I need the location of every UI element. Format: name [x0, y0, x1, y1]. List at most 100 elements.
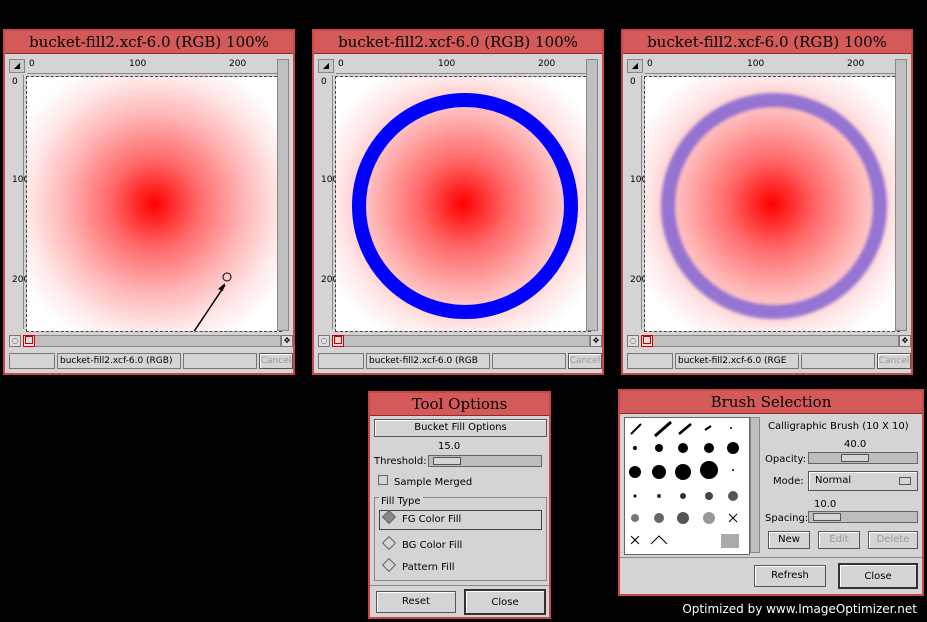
- opacity-label: Opacity:: [765, 454, 807, 465]
- navigate-icon[interactable]: ✥: [281, 335, 293, 347]
- vertical-scrollbar[interactable]: [277, 59, 289, 331]
- opacity-slider[interactable]: [808, 452, 918, 464]
- image-window-1: bucket-fill2.xcf-6.0 (RGB) 100% ◢ 0 100 …: [3, 29, 295, 375]
- ruler-tick: 100: [747, 59, 765, 69]
- brush-thumb: [629, 466, 641, 478]
- image-canvas[interactable]: [26, 76, 282, 332]
- brush-name: Calligraphic Brush (10 X 10): [768, 421, 909, 432]
- status-filename: bucket-fill2.xcf-6.0 (RGB: [366, 353, 490, 369]
- brush-thumb: [650, 535, 668, 545]
- vertical-ruler: 0 100 200: [627, 75, 647, 329]
- horizontal-scrollbar[interactable]: [27, 335, 281, 347]
- horizontal-ruler: 0 100 200: [27, 59, 281, 74]
- progress-field: [183, 353, 257, 369]
- brush-thumb: [633, 494, 637, 498]
- brush-grid-svg: [629, 420, 739, 548]
- image-canvas[interactable]: [335, 76, 591, 332]
- threshold-slider[interactable]: [428, 455, 542, 467]
- quickmask-on-icon[interactable]: [641, 335, 653, 347]
- brush-thumb: [654, 513, 664, 523]
- quickmask-off-icon[interactable]: ◌: [318, 335, 330, 347]
- window-title[interactable]: bucket-fill2.xcf-6.0 (RGB) 100%: [314, 31, 602, 54]
- window-title[interactable]: bucket-fill2.xcf-6.0 (RGB) 100%: [623, 31, 911, 54]
- brush-thumb: [703, 512, 715, 524]
- quickmask-on-icon[interactable]: [332, 335, 344, 347]
- quickmask-off-icon[interactable]: ◌: [627, 335, 639, 347]
- reset-button[interactable]: Reset: [376, 591, 456, 613]
- brush-thumb: [704, 443, 714, 453]
- horizontal-scrollbar[interactable]: [645, 335, 899, 347]
- vertical-scrollbar[interactable]: [895, 59, 907, 331]
- image-window-2: bucket-fill2.xcf-6.0 (RGB) 100% ◢ 0 100 …: [312, 29, 604, 375]
- delete-button[interactable]: Delete: [868, 531, 918, 549]
- ruler-corner[interactable]: ◢: [627, 59, 643, 73]
- window-title[interactable]: Tool Options: [370, 393, 549, 416]
- navigate-icon[interactable]: ✥: [590, 335, 602, 347]
- vertical-ruler: 0 100 200: [9, 75, 29, 329]
- brush-thumb: [652, 465, 666, 479]
- bg-color-fill-option[interactable]: BG Color Fill: [381, 535, 463, 551]
- horizontal-scrollbar[interactable]: [336, 335, 590, 347]
- ruler-tick: 100: [438, 59, 456, 69]
- fill-type-label: Fill Type: [379, 496, 423, 507]
- brush-thumb: [680, 493, 686, 499]
- sample-merged-label: Sample Merged: [394, 477, 473, 488]
- cancel-button[interactable]: Cancel: [877, 353, 911, 369]
- image-window-3: bucket-fill2.xcf-6.0 (RGB) 100% ◢ 0 100 …: [621, 29, 913, 375]
- close-button[interactable]: Close: [464, 589, 546, 615]
- opacity-value: 40.0: [844, 439, 867, 450]
- pattern-fill-option[interactable]: Pattern Fill: [381, 557, 455, 573]
- refresh-button[interactable]: Refresh: [754, 565, 826, 587]
- ruler-tick: 0: [12, 77, 18, 87]
- spacing-value: 10.0: [814, 499, 837, 510]
- brush-thumb: [657, 494, 661, 498]
- quickmask-off-icon[interactable]: ◌: [9, 335, 21, 347]
- navigate-icon[interactable]: ✥: [899, 335, 911, 347]
- watermark-credit: Optimized by www.ImageOptimizer.net: [682, 602, 917, 616]
- brush-thumb: [721, 534, 739, 548]
- brush-thumb: [730, 427, 732, 429]
- horizontal-ruler: 0 100 200: [645, 59, 899, 74]
- brush-grid-scrollbar[interactable]: [750, 417, 760, 553]
- fg-color-fill-option[interactable]: FG Color Fill: [379, 509, 542, 530]
- ruler-tick: 200: [229, 59, 247, 69]
- radio-icon: [381, 535, 397, 551]
- brush-thumb: [654, 420, 672, 438]
- horizontal-ruler: 0 100 200: [336, 59, 590, 74]
- new-button[interactable]: New: [768, 531, 810, 549]
- brush-thumb: [678, 423, 692, 435]
- tool-options-window: Tool Options Bucket Fill Options 15.0 Th…: [368, 391, 551, 619]
- brush-grid[interactable]: [624, 417, 750, 555]
- mode-select[interactable]: Normal: [808, 471, 918, 491]
- bucket-fill-options-button[interactable]: Bucket Fill Options: [374, 419, 547, 437]
- window-title[interactable]: Brush Selection: [620, 391, 922, 414]
- cancel-button[interactable]: Cancel: [259, 353, 293, 369]
- coordinates-field: [318, 353, 364, 369]
- coordinates-field: [627, 353, 673, 369]
- option-label: Pattern Fill: [402, 562, 455, 573]
- brush-thumb: [704, 425, 712, 431]
- sample-merged-row[interactable]: Sample Merged: [378, 475, 472, 488]
- edit-button[interactable]: Edit: [818, 531, 860, 549]
- vertical-scrollbar[interactable]: [586, 59, 598, 331]
- spacing-slider[interactable]: [808, 511, 918, 523]
- status-filename: bucket-fill2.xcf-6.0 (RGB): [57, 353, 181, 369]
- vertical-ruler: 0 100 200: [318, 75, 338, 329]
- option-label: BG Color Fill: [402, 540, 463, 551]
- brush-thumb: [655, 444, 663, 452]
- ruler-tick: 0: [338, 59, 344, 69]
- close-button[interactable]: Close: [838, 563, 918, 589]
- window-title[interactable]: bucket-fill2.xcf-6.0 (RGB) 100%: [5, 31, 293, 54]
- image-canvas[interactable]: [644, 76, 900, 332]
- ruler-corner[interactable]: ◢: [9, 59, 25, 73]
- blue-ring: [352, 93, 578, 319]
- cancel-button[interactable]: Cancel: [568, 353, 602, 369]
- quickmask-on-icon[interactable]: [23, 335, 35, 347]
- dropdown-icon: [899, 477, 911, 485]
- sample-merged-checkbox[interactable]: [378, 475, 388, 485]
- brush-thumb: [677, 512, 689, 524]
- ruler-corner[interactable]: ◢: [318, 59, 334, 73]
- option-label: FG Color Fill: [402, 514, 462, 525]
- brush-thumb: [728, 491, 738, 501]
- brush-thumb: [678, 443, 688, 453]
